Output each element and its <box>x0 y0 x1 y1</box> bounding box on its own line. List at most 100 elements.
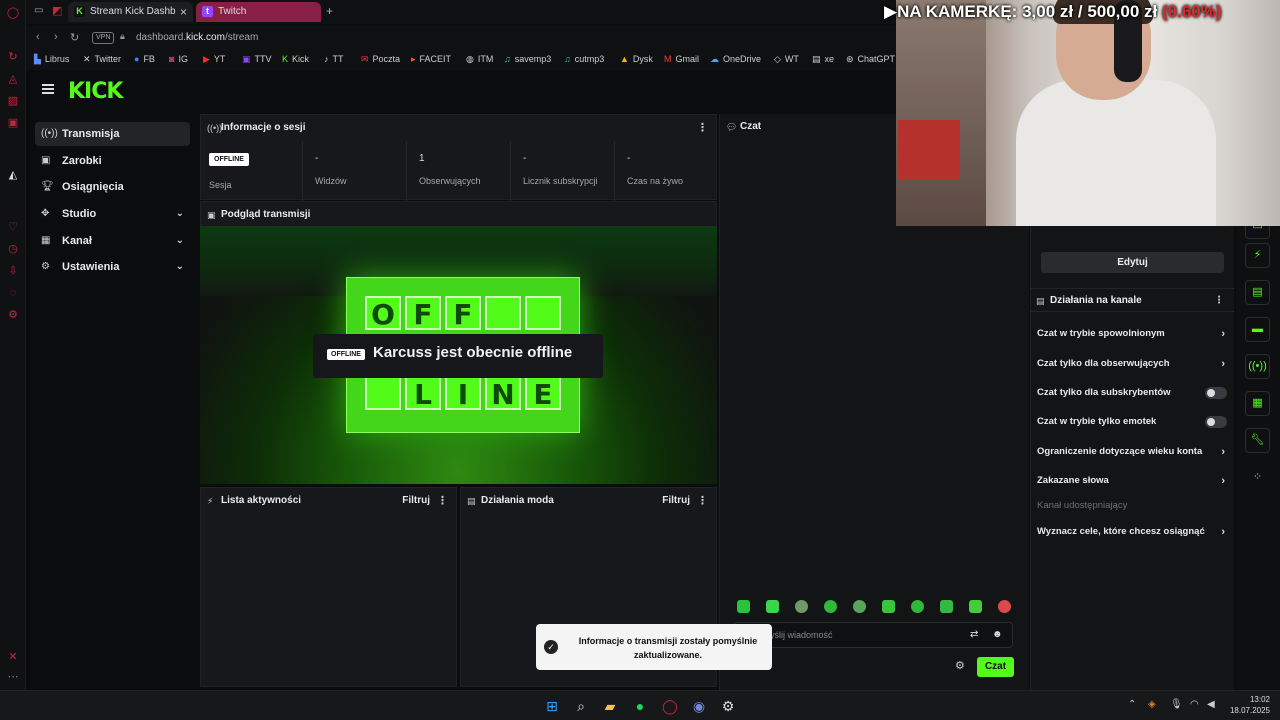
url-field[interactable]: dashboard.kick.com/stream <box>136 32 258 43</box>
vpn-badge[interactable]: VPN <box>92 32 115 44</box>
more-options-icon[interactable]: ⋮ <box>697 115 708 141</box>
bookmark-ttv[interactable]: ▣ TTV <box>242 54 272 65</box>
document-icon[interactable]: ▤ <box>1245 280 1270 305</box>
more-options-icon[interactable]: ⋮ <box>697 488 708 514</box>
lightning-icon[interactable]: ⚡︎ <box>1245 243 1270 268</box>
more-icon[interactable]: ⋯ <box>6 670 20 684</box>
bookmark-cutmp3[interactable]: ♫ cutmp3 <box>564 54 604 64</box>
emote-icon[interactable] <box>853 600 866 613</box>
layout-icon[interactable]: ▦ <box>1245 391 1270 416</box>
emote-icon[interactable] <box>969 600 982 613</box>
emote-only-toggle[interactable] <box>1205 416 1227 428</box>
pinned-tab-icon[interactable]: ◩ <box>52 4 62 17</box>
sidebar-item-zarobki[interactable]: ▣ Zarobki <box>35 149 190 173</box>
crypto-icon[interactable]: ◌ <box>6 286 20 300</box>
opera-icon[interactable]: ◯ <box>661 697 679 715</box>
tray-chevron-icon[interactable]: ⌃ <box>1128 699 1136 710</box>
kick-logo[interactable]: KICK <box>68 79 123 104</box>
bookmark-chatgpt[interactable]: ⊛ ChatGPT <box>846 54 895 65</box>
filter-button[interactable]: Filtruj <box>662 488 690 514</box>
tab-menu-icon[interactable]: ▭ <box>34 5 43 16</box>
workspace-icon[interactable]: ▨ <box>6 94 20 108</box>
emote-icon[interactable] <box>911 600 924 613</box>
emoji-icon[interactable]: ☻ <box>992 629 1003 640</box>
bookmark-librus[interactable]: ▙ Librus <box>34 54 69 65</box>
lock-icon[interactable]: 🔒︎ <box>120 31 125 42</box>
bookmark-poczta[interactable]: ✉ Poczta <box>361 54 400 65</box>
emote-icon[interactable] <box>998 600 1011 613</box>
bookmark-wt[interactable]: ◇ WT <box>774 54 799 65</box>
tray-app-icon[interactable]: ◈ <box>1148 699 1156 710</box>
emote-icon[interactable] <box>795 600 808 613</box>
new-tab-icon[interactable]: + <box>326 4 333 18</box>
filter-button[interactable]: Filtruj <box>402 488 430 514</box>
subscribers-only-toggle[interactable] <box>1205 387 1227 399</box>
aria-icon[interactable]: ↻ <box>6 50 20 64</box>
heart-icon[interactable]: ♡ <box>6 220 20 234</box>
bookmark-onedrive[interactable]: ☁ OneDrive <box>710 54 761 65</box>
gx-icon[interactable]: ✕ <box>6 650 20 664</box>
wifi-icon[interactable]: ◠ <box>1190 699 1199 710</box>
bookmark-yt[interactable]: ▶ YT <box>203 54 225 65</box>
start-icon[interactable]: ⊞ <box>543 697 561 715</box>
bookmark-tt[interactable]: ♪ TT <box>324 54 344 64</box>
bookmark-ig[interactable]: ◙ IG <box>169 54 188 64</box>
sidebar-item-studio[interactable]: ✥ Studio ⌄ <box>35 202 190 226</box>
more-options-icon[interactable]: ⋮ <box>1214 289 1224 313</box>
emote-icon[interactable] <box>737 600 750 613</box>
bookmark-itm[interactable]: ◍ ITM <box>466 54 493 65</box>
volume-icon[interactable]: ◀︎ <box>1207 699 1215 710</box>
sidebar-item-osiagniecia[interactable]: 🏆︎ Osiągnięcia <box>35 175 190 199</box>
sidebar-item-transmisja[interactable]: ((•)) Transmisja <box>35 122 190 146</box>
forward-icon[interactable]: › <box>54 31 58 43</box>
edit-button[interactable]: Edytuj <box>1041 252 1224 273</box>
action-followers-only[interactable]: Czat tylko dla obserwujących › <box>1037 355 1227 373</box>
tab-kick-dashboard[interactable]: K Stream Kick Dashb × <box>68 2 193 22</box>
bookmark-kick[interactable]: K Kick <box>282 54 309 64</box>
bookmark-faceit[interactable]: ▸ FACEIT <box>411 54 451 65</box>
bookmark-dysk[interactable]: ▲ Dysk <box>620 54 653 64</box>
sidebar-item-ustawienia[interactable]: ⚙ Ustawienia ⌄ <box>35 255 190 279</box>
extension-icon[interactable]: ◬ <box>6 72 20 86</box>
download-icon[interactable]: ⇩ <box>6 264 20 278</box>
commands-icon[interactable]: ⇄ <box>970 629 978 640</box>
emote-icon[interactable] <box>824 600 837 613</box>
discord-icon[interactable]: ◉ <box>690 697 708 715</box>
settings-icon[interactable]: ⚙ <box>6 308 20 322</box>
search-icon[interactable]: ⌕ <box>572 697 590 715</box>
emote-icon[interactable] <box>882 600 895 613</box>
action-slow-mode[interactable]: Czat w trybie spowolnionym › <box>1037 325 1227 343</box>
bookmark-gmail[interactable]: M Gmail <box>664 54 699 64</box>
system-clock[interactable]: 13:02 18.07.2025 <box>1230 694 1270 716</box>
back-icon[interactable]: ‹ <box>36 31 40 43</box>
reload-icon[interactable]: ↻ <box>70 31 79 44</box>
ai-icon[interactable]: ◭ <box>6 168 20 182</box>
send-chat-button[interactable]: Czat <box>977 657 1014 677</box>
folder-icon[interactable]: ▰ <box>601 697 619 715</box>
action-account-age[interactable]: Ograniczenie dotyczące wieku konta › <box>1037 443 1227 461</box>
tab-twitch[interactable]: t Twitch <box>196 2 321 22</box>
wrench-icon[interactable]: 🔧︎ <box>1245 428 1270 453</box>
close-tab-icon[interactable]: × <box>180 2 187 22</box>
history-icon[interactable]: ◷ <box>6 242 20 256</box>
dots-icon[interactable]: ⁘ <box>1245 466 1270 491</box>
action-banned-words[interactable]: Zakazane słowa › <box>1037 472 1227 490</box>
menu-icon[interactable] <box>42 84 54 94</box>
bookmark-savemp3[interactable]: ♫ savemp3 <box>504 54 551 64</box>
stream-preview[interactable]: O F F L I N E OFFLINE Karcuss jest obecn… <box>200 226 717 484</box>
spotify-icon[interactable]: ● <box>631 697 649 715</box>
success-toast[interactable]: ✓ Informacje o transmisji zostały pomyśl… <box>536 624 772 670</box>
more-options-icon[interactable]: ⋮ <box>437 488 448 514</box>
chat-icon[interactable]: ▬ <box>1245 317 1270 342</box>
microphone-icon[interactable]: 🎙︎ <box>1170 699 1183 710</box>
sidebar-item-kanal[interactable]: ▦ Kanał ⌄ <box>35 229 190 253</box>
bookmark-fb[interactable]: ● FB <box>134 54 155 64</box>
bookmark-twitter[interactable]: ✕ Twitter <box>83 54 121 65</box>
opera-logo-icon[interactable]: ◯ <box>6 6 20 20</box>
emote-icon[interactable] <box>766 600 779 613</box>
broadcast-icon[interactable]: ((•)) <box>1245 354 1270 379</box>
steam-icon[interactable]: ⚙ <box>719 697 737 715</box>
messenger-icon[interactable]: ▣ <box>6 116 20 130</box>
action-set-goals[interactable]: Wyznacz cele, które chcesz osiągnąć › <box>1037 523 1227 541</box>
chat-input[interactable]: yślij wiadomość ⇄ ☻ <box>733 622 1013 648</box>
